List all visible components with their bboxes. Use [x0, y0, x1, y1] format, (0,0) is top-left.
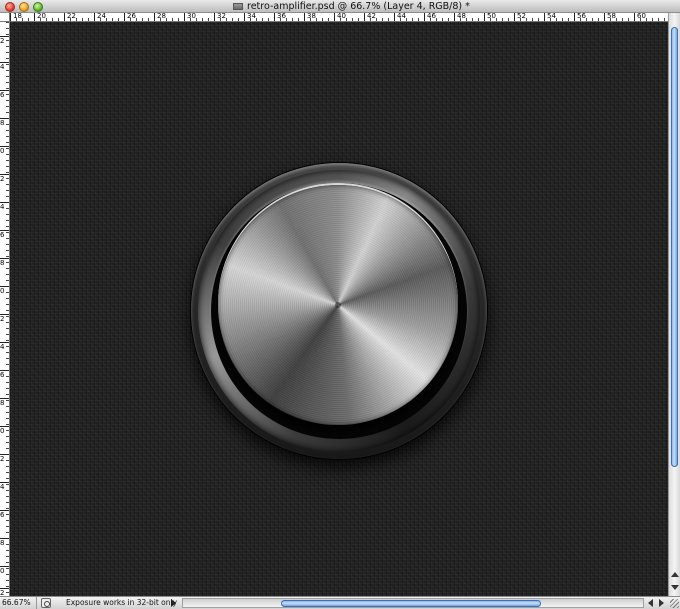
ruler-label: 4: [0, 62, 9, 71]
knob-brushed-face: [218, 185, 458, 425]
ruler-label: 2: [0, 314, 9, 323]
ruler-label: 28: [154, 13, 166, 21]
ruler-origin[interactable]: [0, 13, 10, 22]
minimize-icon[interactable]: [19, 2, 29, 12]
metal-knob: [191, 163, 487, 459]
ruler-label: 52: [514, 13, 526, 21]
horizontal-scroll-thumb[interactable]: [281, 600, 541, 607]
ruler-label: 60: [634, 13, 646, 21]
zoom-icon[interactable]: [33, 2, 43, 12]
ruler-label: 44: [394, 13, 406, 21]
ruler-label: 8: [0, 538, 9, 547]
ruler-label: 42: [364, 13, 376, 21]
ruler-label: 0: [0, 146, 9, 155]
ruler-label: 18: [10, 13, 22, 21]
horizontal-scrollbar[interactable]: [182, 598, 644, 608]
ruler-label: 38: [304, 13, 316, 21]
status-popup-arrow-icon[interactable]: [171, 599, 176, 607]
document-icon: [233, 3, 243, 10]
ruler-label: 4: [0, 202, 9, 211]
document-canvas[interactable]: [10, 22, 668, 596]
ruler-label: 50: [484, 13, 496, 21]
ruler-label: 48: [454, 13, 466, 21]
ruler-label: 40: [334, 13, 346, 21]
ruler-label: 22: [64, 13, 76, 21]
ruler-label: 8: [0, 118, 9, 127]
window-title: retro-amplifier.psd @ 66.7% (Layer 4, RG…: [247, 1, 470, 12]
photoshop-document-window: retro-amplifier.psd @ 66.7% (Layer 4, RG…: [0, 0, 680, 609]
scroll-up-icon[interactable]: [670, 571, 679, 579]
ruler-label: 2: [0, 588, 9, 596]
ruler-label: 30: [184, 13, 196, 21]
horizontal-ruler[interactable]: 18 20 22 24 26 28 30 32 34 36 38 40 42 4…: [10, 13, 668, 22]
knob-center: [335, 302, 341, 308]
ruler-label: 26: [124, 13, 136, 21]
ruler-label: 8: [0, 258, 9, 267]
ruler-label: 2: [0, 36, 9, 45]
ruler-label: 54: [544, 13, 556, 21]
ruler-label: 2: [0, 174, 9, 183]
ruler-label: 4: [0, 342, 9, 351]
ruler-label: 8: [0, 398, 9, 407]
ruler-label: 34: [244, 13, 256, 21]
close-icon[interactable]: [5, 2, 15, 12]
ruler-label: 56: [574, 13, 586, 21]
ruler-label: 6: [0, 230, 9, 239]
status-menu-icon[interactable]: [41, 598, 51, 608]
status-bar: 66.67% Exposure works in 32-bit only: [0, 596, 680, 609]
ruler-label: 0: [0, 286, 9, 295]
ruler-label: 36: [274, 13, 286, 21]
scroll-down-icon[interactable]: [670, 584, 679, 592]
ruler-label: 58: [604, 13, 616, 21]
ruler-label: 46: [424, 13, 436, 21]
ruler-label: 24: [94, 13, 106, 21]
vertical-ruler[interactable]: 2 4 6 8 0 2 4 6 8 0 2 4 6 8 0 2 4 6 8 0 …: [0, 22, 10, 596]
ruler-label: 6: [0, 370, 9, 379]
scroll-right-icon[interactable]: [659, 599, 664, 607]
title-bar[interactable]: retro-amplifier.psd @ 66.7% (Layer 4, RG…: [0, 0, 680, 13]
resize-grip-icon[interactable]: [670, 599, 679, 608]
ruler-label: 6: [0, 510, 9, 519]
ruler-label: 0: [0, 426, 9, 435]
status-info-text: Exposure works in 32-bit only: [66, 598, 178, 607]
vertical-scroll-thumb[interactable]: [671, 27, 678, 467]
ruler-label: 32: [214, 13, 226, 21]
ruler-label: 2: [0, 454, 9, 463]
ruler-label: 20: [34, 13, 46, 21]
ruler-label: 6: [0, 90, 9, 99]
ruler-label: 0: [0, 566, 9, 575]
ruler-label: 4: [0, 482, 9, 491]
vertical-scrollbar[interactable]: [668, 13, 680, 596]
zoom-level-field[interactable]: 66.67%: [2, 597, 37, 609]
scroll-left-icon[interactable]: [648, 599, 653, 607]
